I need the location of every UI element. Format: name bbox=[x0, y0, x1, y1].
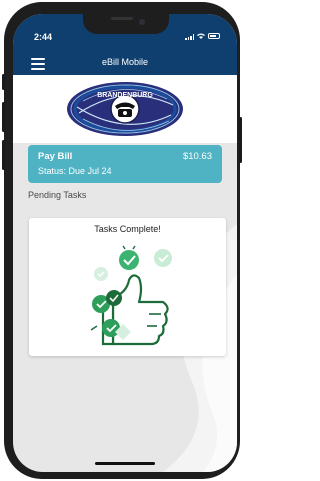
tasks-card-title: Tasks Complete! bbox=[94, 224, 161, 234]
thumbs-up-checkmarks-icon bbox=[90, 245, 172, 346]
status-icons bbox=[185, 32, 223, 42]
app-title: eBill Mobile bbox=[101, 57, 149, 67]
pay-bill-amount: $10.63 bbox=[182, 151, 212, 162]
speaker bbox=[111, 17, 133, 20]
battery-icon bbox=[208, 33, 220, 39]
notch bbox=[83, 14, 169, 34]
pending-tasks-heading: Pending Tasks bbox=[28, 190, 87, 200]
power-button bbox=[239, 117, 242, 163]
wifi-icon bbox=[197, 33, 205, 39]
pay-bill-title: Pay Bill bbox=[38, 151, 73, 162]
volume-up-button bbox=[2, 102, 5, 132]
volume-down-button bbox=[2, 140, 5, 170]
pay-bill-status: Status: Due Jul 24 bbox=[38, 166, 112, 176]
status-time: 2:44 bbox=[34, 32, 53, 42]
app-header: eBill Mobile bbox=[13, 51, 237, 75]
logo-area: BRANDENBURG bbox=[13, 75, 237, 143]
brandenburg-logo: BRANDENBURG bbox=[67, 82, 183, 136]
tasks-card: Tasks Complete! bbox=[29, 218, 226, 356]
camera bbox=[139, 19, 145, 25]
mute-switch bbox=[2, 74, 5, 90]
phone-frame: 2:44 eBill Mobile BRANDENBURG Pay Bill $… bbox=[2, 2, 242, 479]
phone-screen: 2:44 eBill Mobile BRANDENBURG Pay Bill $… bbox=[13, 14, 237, 472]
signal-icon bbox=[185, 34, 194, 40]
logo-text: BRANDENBURG bbox=[97, 92, 153, 99]
home-indicator[interactable] bbox=[95, 462, 155, 465]
pay-bill-card[interactable]: Pay Bill $10.63 Status: Due Jul 24 bbox=[28, 145, 222, 183]
